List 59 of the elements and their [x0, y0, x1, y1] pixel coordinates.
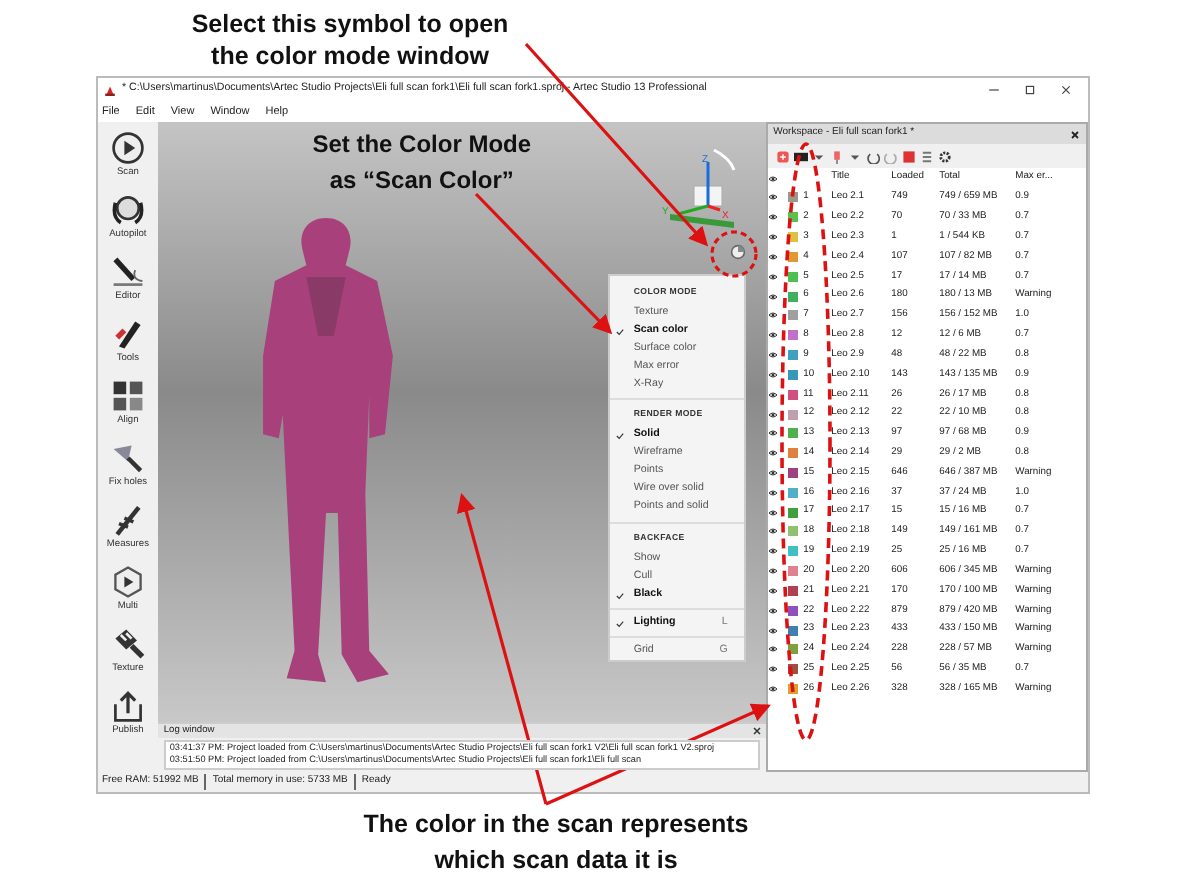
dashed-circle: [710, 230, 758, 278]
app-logo-icon: [104, 84, 116, 96]
callout-text: as “Scan Color”: [327, 164, 516, 198]
callout-text: Select this symbol to open: [189, 8, 511, 40]
maximize-icon[interactable]: [1024, 84, 1036, 96]
delete-icon[interactable]: [901, 149, 916, 163]
settings-icon[interactable]: [937, 149, 952, 163]
eye-icon[interactable]: [767, 585, 778, 596]
eye-icon[interactable]: [767, 487, 778, 498]
eye-icon[interactable]: [767, 664, 778, 675]
squares-icon: [109, 378, 146, 414]
eye-icon[interactable]: [767, 291, 778, 302]
close-icon[interactable]: [1070, 129, 1080, 139]
eye-icon[interactable]: [767, 271, 778, 282]
eye-icon[interactable]: [767, 212, 778, 223]
upload-icon: [109, 688, 146, 724]
eye-icon[interactable]: [767, 684, 778, 695]
circle-icon: [109, 192, 146, 228]
hexagon-icon: [109, 564, 146, 600]
eye-icon[interactable]: [767, 389, 778, 400]
eye-icon[interactable]: [767, 566, 778, 577]
callout-text: Set the Color Mode: [310, 128, 534, 162]
eye-icon[interactable]: [767, 448, 778, 459]
eye-icon[interactable]: [767, 546, 778, 557]
pin-icon[interactable]: [829, 149, 844, 163]
eye-icon[interactable]: [767, 330, 778, 341]
play-icon: [109, 130, 146, 166]
close-icon[interactable]: [1060, 84, 1072, 96]
minimize-icon[interactable]: [988, 84, 1000, 96]
eye-icon: [767, 173, 778, 183]
check-icon: [615, 432, 624, 441]
callout-text: The color in the scan represents: [361, 808, 751, 842]
eye-icon[interactable]: [767, 605, 778, 616]
close-icon[interactable]: [751, 726, 762, 736]
brush-icon: [109, 254, 146, 290]
color-mode-icon[interactable]: [729, 244, 746, 260]
list-icon[interactable]: [919, 149, 934, 163]
eye-icon[interactable]: [767, 526, 778, 537]
eye-icon[interactable]: [767, 232, 778, 243]
display-mode-icon[interactable]: [793, 149, 808, 163]
eye-icon[interactable]: [767, 625, 778, 636]
check-icon: [615, 591, 624, 600]
eye-icon[interactable]: [767, 369, 778, 380]
undo-icon[interactable]: [865, 149, 880, 163]
check-icon: [615, 327, 624, 336]
callout-text: which scan data it is: [432, 844, 680, 878]
eye-icon[interactable]: [767, 192, 778, 203]
eye-icon[interactable]: [767, 644, 778, 655]
eye-icon[interactable]: [767, 428, 778, 439]
knife-icon: [109, 316, 146, 352]
callout-text: the color mode window: [209, 40, 491, 72]
eye-icon[interactable]: [767, 350, 778, 361]
eye-icon[interactable]: [767, 310, 778, 321]
trowel-icon: [109, 440, 146, 476]
eye-icon[interactable]: [767, 468, 778, 478]
eye-icon[interactable]: [767, 409, 778, 420]
eye-icon[interactable]: [767, 507, 778, 518]
eye-icon[interactable]: [767, 251, 778, 262]
check-icon: [615, 619, 624, 628]
